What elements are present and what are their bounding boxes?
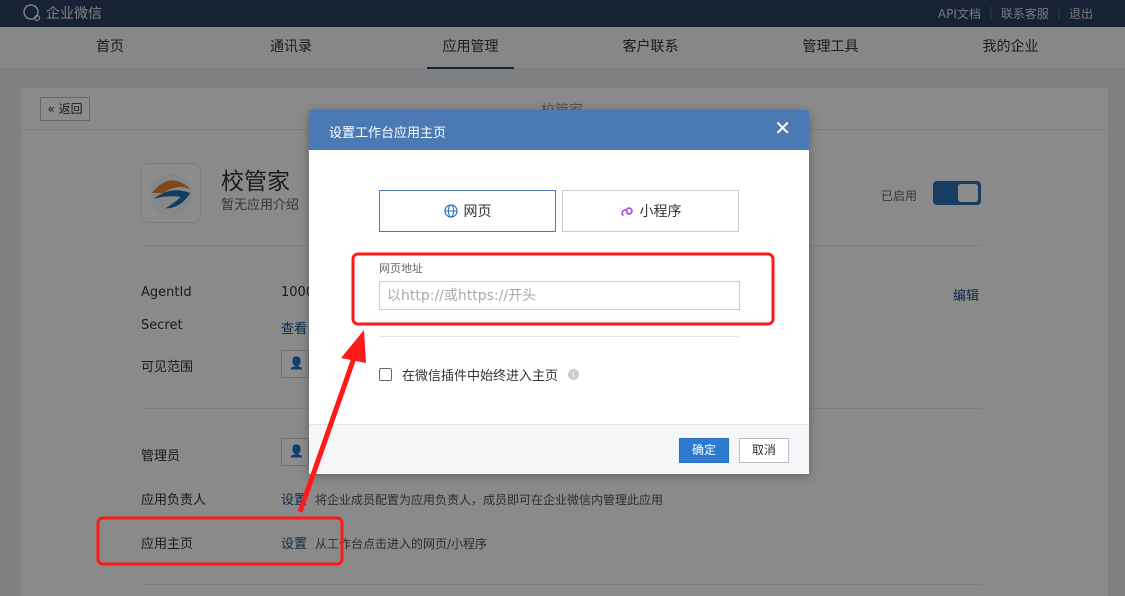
tab-webpage-label: 网页 [463,204,492,220]
cancel-button[interactable]: 取消 [739,438,789,463]
info-icon[interactable]: i [568,369,580,380]
divider [379,336,739,337]
always-home-checkbox[interactable] [379,368,392,381]
tab-mini-program[interactable]: 小程序 [562,190,739,232]
mini-program-icon [620,207,633,216]
confirm-button[interactable]: 确定 [679,438,729,463]
always-home-label[interactable]: 在微信插件中始终进入主页 [402,365,558,384]
always-home-option: 在微信插件中始终进入主页 i [379,365,580,384]
url-field-label: 网页地址 [379,262,423,275]
dialog-footer: 确定 取消 [309,424,809,474]
dialog-title: 设置工作台应用主页 [329,126,447,141]
tab-webpage[interactable]: 网页 [379,190,556,232]
globe-icon [443,204,458,218]
url-input[interactable] [379,281,740,310]
tab-mini-program-label: 小程序 [639,204,682,220]
homepage-settings-dialog: 设置工作台应用主页 ✕ 网页 小程序 网页地址 在微信插件中始终进入主页 i 确… [309,110,809,474]
close-icon[interactable]: ✕ [774,118,791,138]
dialog-header: 设置工作台应用主页 ✕ [309,110,809,150]
